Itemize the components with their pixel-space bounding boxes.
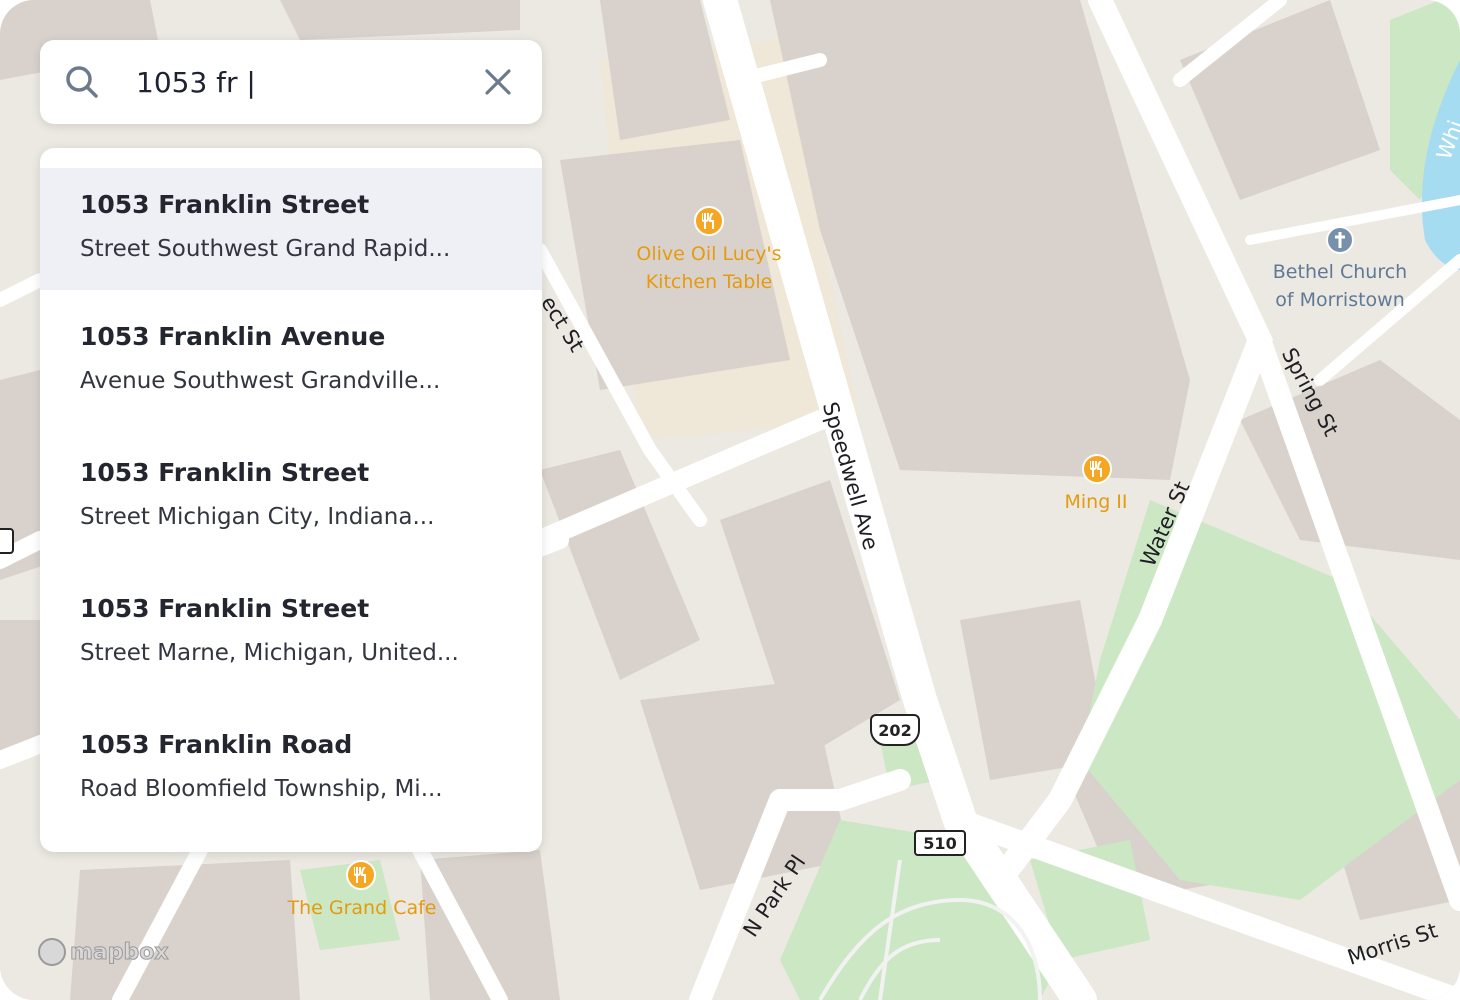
poi-label-ming[interactable]: Ming II: [1046, 488, 1146, 516]
search-results-list: 1053 Franklin Street Street Southwest Gr…: [40, 148, 542, 852]
search-box: [40, 40, 542, 124]
poi-label-church-line1[interactable]: Bethel Church: [1260, 258, 1420, 286]
search-icon: [66, 66, 98, 98]
fork-knife-icon[interactable]: [346, 860, 376, 890]
result-title: 1053 Franklin Road: [80, 730, 353, 759]
result-subtitle: Street Southwest Grand Rapid...: [80, 236, 451, 262]
result-title: 1053 Franklin Street: [80, 190, 370, 219]
mapbox-mark-icon: [38, 938, 66, 966]
map-frame: Speedwell Ave Spring St Water St N Park …: [0, 0, 1460, 1000]
fork-knife-icon[interactable]: [694, 206, 724, 236]
search-result-item[interactable]: 1053 Franklin Street Street Michigan Cit…: [40, 436, 542, 558]
search-result-item[interactable]: 1053 Franklin Street Street Southwest Gr…: [40, 168, 542, 290]
mapbox-logo[interactable]: mapbox: [38, 938, 169, 966]
route-shield-partial: 0: [0, 528, 14, 554]
clear-search-button[interactable]: [478, 62, 518, 102]
search-result-item[interactable]: 1053 Franklin Road Road Bloomfield Towns…: [40, 708, 542, 830]
result-title: 1053 Franklin Street: [80, 458, 370, 487]
search-input[interactable]: [136, 58, 466, 106]
search-result-item[interactable]: 1053 Franklin Avenue Avenue Southwest Gr…: [40, 300, 542, 422]
mapbox-wordmark: mapbox: [70, 939, 170, 965]
result-subtitle: Street Marne, Michigan, United...: [80, 640, 459, 666]
fork-knife-icon[interactable]: [1082, 454, 1112, 484]
route-shield-us: 202: [870, 714, 920, 746]
result-title: 1053 Franklin Street: [80, 594, 370, 623]
result-title: 1053 Franklin Avenue: [80, 322, 386, 351]
result-subtitle: Road Bloomfield Township, Mi...: [80, 776, 443, 802]
result-subtitle: Street Michigan City, Indiana...: [80, 504, 435, 530]
search-result-item[interactable]: 1053 Franklin Street Street Marne, Michi…: [40, 572, 542, 694]
poi-label-church-line2[interactable]: of Morristown: [1260, 286, 1420, 314]
close-icon: [485, 69, 511, 95]
poi-label-olive-line1[interactable]: Olive Oil Lucy's: [634, 240, 784, 268]
route-shield-state: 510: [914, 830, 966, 856]
poi-label-grand-cafe[interactable]: The Grand Cafe: [282, 894, 442, 922]
cross-icon[interactable]: [1326, 226, 1354, 254]
poi-label-olive-line2[interactable]: Kitchen Table: [634, 268, 784, 296]
result-subtitle: Avenue Southwest Grandville...: [80, 368, 441, 394]
